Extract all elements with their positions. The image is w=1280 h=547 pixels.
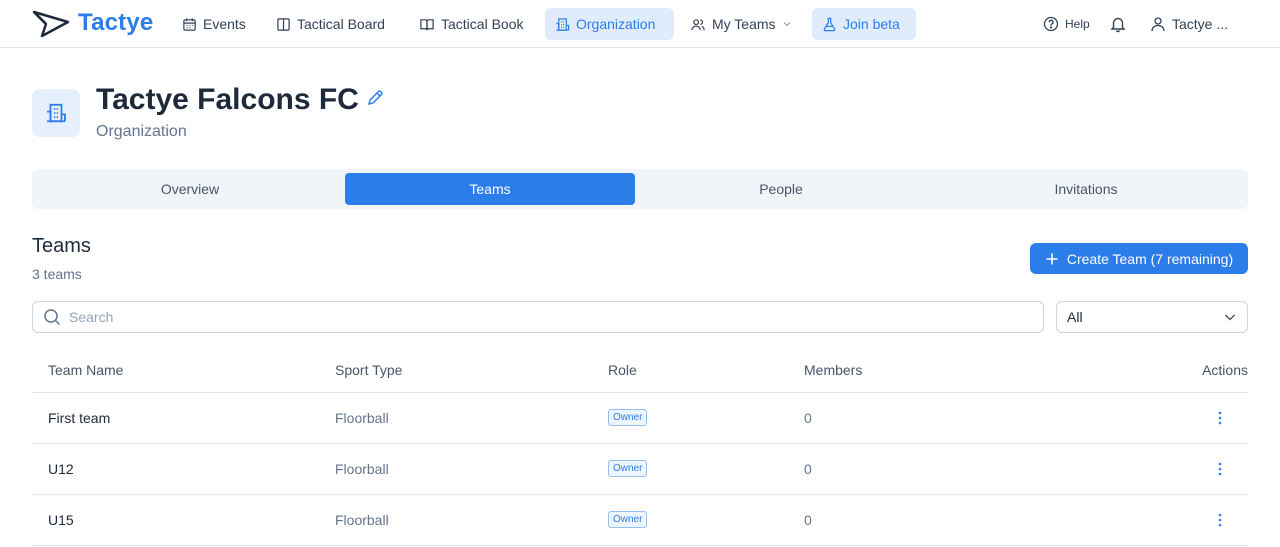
tab-people[interactable]: People <box>636 173 926 205</box>
column-header-team-name[interactable]: Team Name <box>48 362 123 378</box>
nav-events-label: Events <box>203 16 246 32</box>
edit-name-button[interactable] <box>366 89 386 109</box>
more-vertical-icon <box>1218 411 1222 425</box>
nav-organization[interactable]: Organization <box>545 8 674 40</box>
app-logo[interactable]: Tactye <box>32 8 153 38</box>
create-team-label: Create Team (7 remaining) <box>1066 250 1234 267</box>
table-row[interactable]: U15 Floorball Owner 0 <box>32 495 1248 546</box>
search-box <box>32 301 1044 333</box>
create-team-button[interactable]: Create Team (7 remaining) <box>1030 243 1248 274</box>
user-icon <box>1151 17 1165 32</box>
user-name: Tactye ... <box>1172 16 1229 32</box>
table-row[interactable]: U12 Floorball Owner 0 <box>32 444 1248 495</box>
nav-tactical-book-label: Tactical Book <box>441 16 524 32</box>
app-name: Tactye <box>78 9 154 36</box>
table-header: Team Name Sport Type Role Members Action… <box>32 349 1248 393</box>
nav-tactical-board-label: Tactical Board <box>297 16 385 32</box>
table-row[interactable]: First team Floorball Owner 0 <box>32 393 1248 444</box>
building-icon <box>47 103 66 123</box>
members-cell: 0 <box>804 512 812 528</box>
nav-organization-label: Organization <box>576 16 656 32</box>
page-title: Tactye Falcons FC <box>96 83 359 116</box>
column-header-role[interactable]: Role <box>608 362 637 378</box>
filter-select[interactable]: All <box>1056 301 1248 333</box>
tab-overview[interactable]: Overview <box>36 173 344 205</box>
user-menu[interactable]: Tactye ... <box>1150 8 1228 40</box>
column-header-sport-type[interactable]: Sport Type <box>335 362 402 378</box>
team-count: 3 teams <box>32 266 82 282</box>
sport-type-cell: Floorball <box>335 512 389 528</box>
more-vertical-icon <box>1218 462 1222 476</box>
page-subtitle: Organization <box>96 123 187 140</box>
role-badge: Owner <box>608 511 648 528</box>
logo-icon <box>32 10 70 38</box>
nav-tactical-book[interactable]: Tactical Book <box>409 8 533 40</box>
nav-my-teams[interactable]: My Teams <box>680 8 802 40</box>
building-icon <box>556 17 570 31</box>
sport-type-cell: Floorball <box>335 410 389 426</box>
team-name-cell[interactable]: U15 <box>48 512 74 528</box>
tab-invitations[interactable]: Invitations <box>932 173 1240 205</box>
row-actions-button[interactable] <box>1214 510 1226 530</box>
more-vertical-icon <box>1218 513 1222 527</box>
board-icon <box>277 17 290 31</box>
top-navigation: Tactye Events Tactical Board Tactical Bo… <box>0 0 1280 48</box>
nav-my-teams-label: My Teams <box>712 16 776 32</box>
help-icon <box>1043 16 1059 32</box>
help-label: Help <box>1065 17 1090 31</box>
search-input[interactable] <box>69 309 969 325</box>
calendar-icon <box>183 17 196 31</box>
section-title: Teams <box>32 235 91 257</box>
flask-icon <box>823 17 836 31</box>
tab-teams[interactable]: Teams <box>345 173 635 205</box>
team-name-cell[interactable]: U12 <box>48 461 74 477</box>
bell-icon <box>1110 17 1126 33</box>
chevron-down-icon <box>1225 314 1235 321</box>
join-beta-label: Join beta <box>843 16 900 32</box>
role-badge: Owner <box>608 409 648 426</box>
book-icon <box>420 18 434 30</box>
row-actions-button[interactable] <box>1214 459 1226 479</box>
column-header-actions: Actions <box>1202 362 1248 378</box>
pencil-icon <box>367 90 383 106</box>
teams-table: Team Name Sport Type Role Members Action… <box>32 349 1248 546</box>
organization-avatar <box>32 89 80 137</box>
members-cell: 0 <box>804 410 812 426</box>
members-cell: 0 <box>804 461 812 477</box>
help-link[interactable]: Help <box>1043 8 1090 40</box>
row-actions-button[interactable] <box>1214 408 1226 428</box>
nav-tactical-board[interactable]: Tactical Board <box>266 8 395 40</box>
search-icon <box>44 309 61 326</box>
notifications-button[interactable] <box>1109 8 1127 40</box>
join-beta-button[interactable]: Join beta <box>812 8 916 40</box>
chevron-down-icon <box>783 22 790 27</box>
tab-bar: Overview Teams People Invitations <box>32 169 1248 209</box>
team-name-cell[interactable]: First team <box>48 410 110 426</box>
users-icon <box>691 18 705 30</box>
filter-selected-value: All <box>1067 309 1083 325</box>
role-badge: Owner <box>608 460 648 477</box>
nav-events[interactable]: Events <box>172 8 256 40</box>
column-header-members[interactable]: Members <box>804 362 862 378</box>
plus-icon <box>1046 253 1058 264</box>
sport-type-cell: Floorball <box>335 461 389 477</box>
